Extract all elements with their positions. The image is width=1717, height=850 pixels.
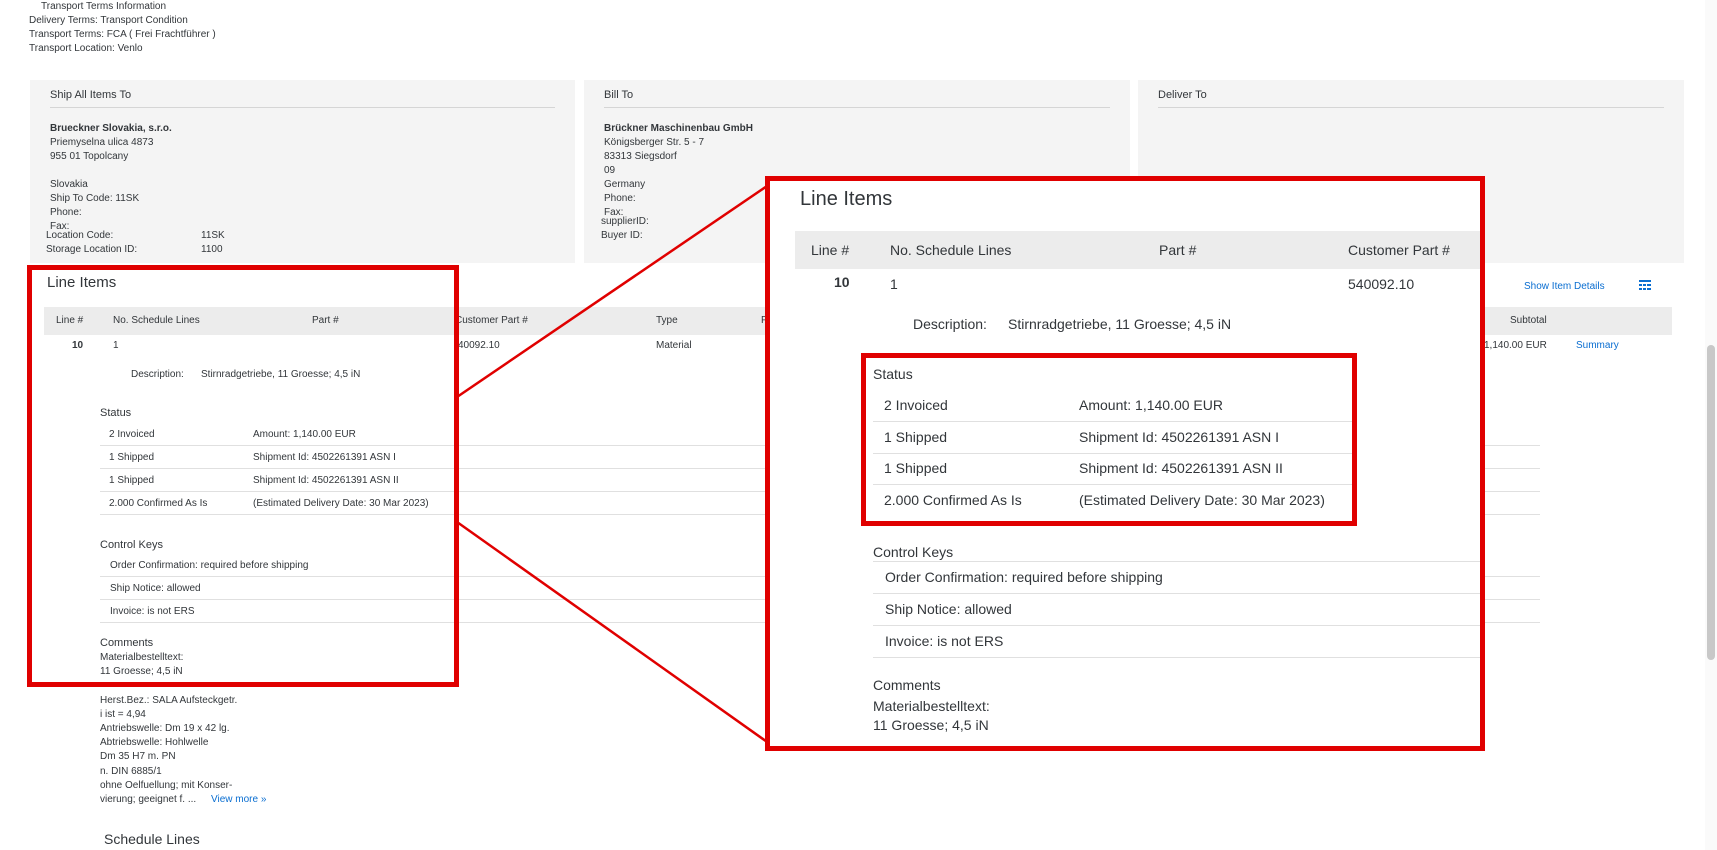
storage-location-label: Storage Location ID: [46,244,138,255]
transport-location: Transport Location: Venlo [29,43,143,54]
highlight-box-small [27,265,459,687]
bill-to-divider [604,107,1110,108]
col-subtotal[interactable]: Subtotal [1510,315,1547,326]
ship-to-panel: Ship All Items To Brueckner Slovakia, s.… [30,80,575,263]
ship-to-city: 955 01 Topolcany [50,151,129,162]
ship-to-phone: Phone: [50,207,82,218]
delivery-terms: Delivery Terms: Transport Condition [29,15,188,26]
ship-to-code: Ship To Code: 11SK [50,193,140,204]
col-customer-part[interactable]: Customer Part # [455,315,528,326]
row-customer-part: 40092.10 [458,340,500,351]
deliver-to-header: Deliver To [1158,89,1207,101]
comment-line: i ist = 4,94 [100,708,146,720]
bill-to-name: Brückner Maschinenbau GmbH [604,123,753,134]
ship-to-name: Brueckner Slovakia, s.r.o. [50,123,172,134]
col-type[interactable]: Type [656,315,678,326]
bill-to-street: Königsberger Str. 5 - 7 [604,137,705,148]
bill-to-address: Brückner Maschinenbau GmbH Königsberger … [604,122,753,220]
summary-link[interactable]: Summary [1576,340,1619,351]
bill-to-city: 83313 Siegsdorf [604,151,677,162]
comment-line: Dm 35 H7 m. PN [100,751,176,763]
location-code-value: 11SK [201,230,225,241]
bill-to-region: 09 [604,165,616,176]
comment-line: Antriebswelle: Dm 19 x 42 lg. [100,723,230,734]
transport-terms-title: Transport Terms Information [41,1,167,12]
show-item-details-link[interactable]: Show Item Details [1524,281,1605,292]
comment-line: Herst.Bez.: SALA Aufsteckgetr. [100,694,238,706]
comments-last-line: vierung; geeignet f. ... [100,794,197,805]
bill-to-country: Germany [604,179,646,190]
view-more-link[interactable]: View more » [211,794,266,805]
transport-terms: Transport Terms: FCA ( Frei Frachtführer… [29,29,216,40]
location-code-label: Location Code: [46,230,114,241]
ship-to-header: Ship All Items To [50,89,132,101]
ship-to-address: Brueckner Slovakia, s.r.o. Priemyselna u… [50,122,172,234]
deliver-to-divider [1158,107,1664,108]
comment-line: Abtriebswelle: Hohlwelle [100,737,209,749]
scrollbar-thumb[interactable] [1707,345,1715,660]
row-type: Material [656,340,692,351]
ship-to-street: Priemyselna ulica 4873 [50,137,154,148]
buyer-id-label: Buyer ID: [601,230,643,241]
ship-to-country: Slovakia [50,179,88,190]
storage-location-value: 1100 [201,244,223,255]
bill-to-header: Bill To [604,89,634,101]
comment-line: ohne Oelfuellung; mit Konser- [100,779,233,791]
bill-to-phone: Phone: [604,193,636,204]
highlight-box-large [765,176,1485,751]
supplier-id-label: supplierID: [601,216,649,227]
table-settings-icon[interactable] [1639,280,1651,290]
row-subtotal: 1,140.00 EUR [1484,340,1547,351]
comment-line: n. DIN 6885/1 [100,765,162,777]
ship-to-divider [50,107,555,108]
schedule-lines-title: Schedule Lines [104,831,200,847]
